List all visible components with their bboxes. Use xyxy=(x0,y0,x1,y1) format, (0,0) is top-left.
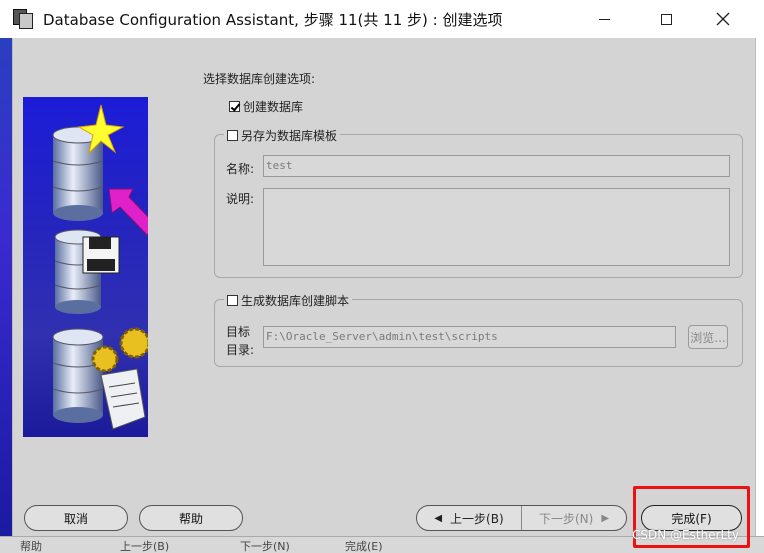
create-database-option[interactable]: 创建数据库 xyxy=(229,98,303,115)
prompt-text: 选择数据库创建选项: xyxy=(203,72,316,86)
back-button-label: 上一步(B) xyxy=(450,511,504,526)
script-database-icon xyxy=(52,327,148,430)
save-template-checkbox[interactable] xyxy=(227,130,238,141)
target-directory-input[interactable]: F:\Oracle_Server\admin\test\scripts xyxy=(263,326,676,348)
close-icon xyxy=(716,12,730,26)
window-title: Database Configuration Assistant, 步骤 11(… xyxy=(43,10,503,29)
create-database-label: 创建数据库 xyxy=(243,100,304,114)
chevron-right-icon: ▶ xyxy=(601,512,610,524)
save-database-icon xyxy=(54,229,120,314)
target-label-line2: 目录: xyxy=(226,343,255,357)
next-button-label: 下一步(N) xyxy=(538,511,594,526)
minimize-button[interactable] xyxy=(575,0,633,38)
browse-button[interactable]: 浏览... xyxy=(688,325,728,349)
back-button[interactable]: ◀ 上一步(B) xyxy=(417,506,521,530)
target-label-line1: 目标 xyxy=(226,325,251,339)
generate-scripts-checkbox[interactable] xyxy=(227,295,238,306)
background-next-text: 下一步(N) xyxy=(240,540,290,553)
minimize-icon xyxy=(598,18,610,20)
maximize-icon xyxy=(660,13,672,25)
template-description-input[interactable] xyxy=(263,188,730,266)
save-template-option[interactable]: 另存为数据库模板 xyxy=(224,127,341,144)
chevron-left-icon: ◀ xyxy=(434,512,443,524)
database-illustration xyxy=(23,97,148,437)
app-icon xyxy=(13,9,33,29)
cancel-button[interactable]: 取消 xyxy=(24,505,128,531)
template-name-input[interactable]: test xyxy=(263,155,730,177)
arrow-icon xyxy=(108,188,148,236)
help-button[interactable]: 帮助 xyxy=(139,505,243,531)
title-bar: Database Configuration Assistant, 步骤 11(… xyxy=(0,0,764,38)
maximize-button[interactable] xyxy=(637,0,695,38)
description-label: 说明: xyxy=(226,192,255,206)
generate-scripts-label: 生成数据库创建脚本 xyxy=(241,294,350,308)
close-button[interactable] xyxy=(694,0,752,38)
navigation-button-group: ◀ 上一步(B) 下一步(N) ▶ xyxy=(416,505,627,531)
background-back-text: 上一步(B) xyxy=(120,540,170,553)
background-window-strip xyxy=(0,38,12,538)
background-help-text: 帮助 xyxy=(20,540,42,553)
watermark: CSDN @EstherLty xyxy=(632,528,739,542)
next-button[interactable]: 下一步(N) ▶ xyxy=(521,506,626,530)
dialog-body: 选择数据库创建选项: 创建数据库 另存为数据库模板 名称: test 说明: 生… xyxy=(12,38,756,536)
generate-scripts-option[interactable]: 生成数据库创建脚本 xyxy=(224,292,353,309)
name-label: 名称: xyxy=(226,162,255,176)
background-finish-text: 完成(E) xyxy=(345,540,383,553)
create-database-checkbox[interactable] xyxy=(229,101,240,112)
save-template-label: 另存为数据库模板 xyxy=(241,129,338,143)
